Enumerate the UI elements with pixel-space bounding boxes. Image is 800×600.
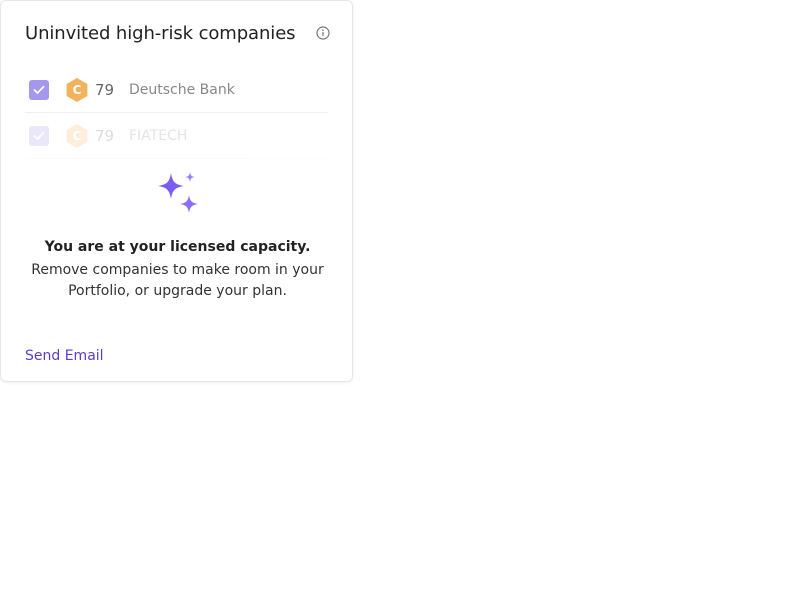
capacity-text: Remove companies to make room in your Po… bbox=[31, 262, 324, 299]
check-icon bbox=[33, 85, 45, 94]
company-checkbox[interactable] bbox=[29, 79, 49, 100]
card-header: Uninvited high-risk companies bbox=[25, 20, 330, 46]
check-icon bbox=[33, 131, 45, 140]
card-title: Uninvited high-risk companies bbox=[25, 22, 296, 44]
company-name: Deutsche Bank bbox=[129, 81, 235, 98]
capacity-title: You are at your licensed capacity. bbox=[44, 239, 311, 255]
info-icon[interactable] bbox=[316, 26, 330, 40]
grade-badge: C bbox=[65, 77, 89, 103]
send-email-link[interactable]: Send Email bbox=[25, 348, 104, 364]
grade-letter: C bbox=[72, 82, 82, 97]
grade-badge: C bbox=[65, 123, 89, 149]
company-checkbox[interactable] bbox=[29, 125, 49, 146]
high-risk-companies-card: Uninvited high-risk companies C 79 Deuts… bbox=[0, 0, 353, 382]
sparkles-icon bbox=[157, 172, 198, 213]
capacity-message: You are at your licensed capacity. Remov… bbox=[1, 151, 352, 302]
risk-score: 79 bbox=[95, 126, 115, 145]
company-row: C 79 Deutsche Bank bbox=[25, 67, 328, 113]
grade-letter: C bbox=[72, 128, 82, 143]
company-list: C 79 Deutsche Bank C 79 FIATECH bbox=[25, 67, 328, 159]
risk-score: 79 bbox=[95, 80, 115, 99]
company-name: FIATECH bbox=[129, 127, 188, 144]
